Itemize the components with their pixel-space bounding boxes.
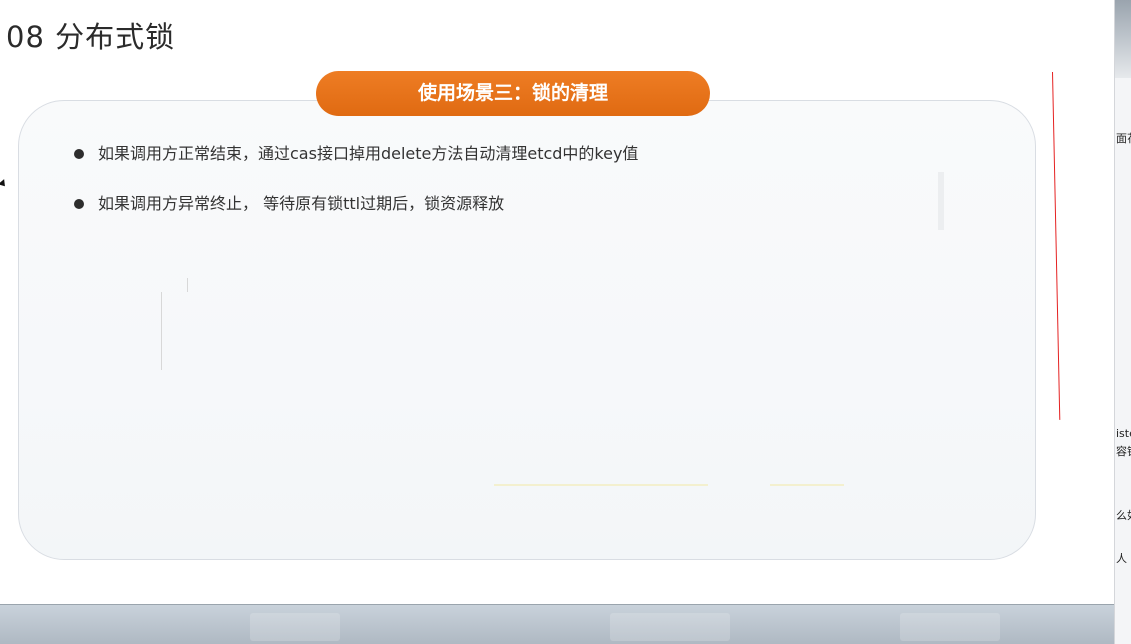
- artifact-line: [770, 484, 844, 486]
- artifact-line: [938, 172, 944, 230]
- side-panel: 面花 iste 容错 么如 人: [1114, 0, 1131, 644]
- bullet-text: 如果调用方正常结束，通过cas接口掉用delete方法自动清理etcd中的key…: [98, 144, 639, 163]
- bullet-item-abnormal-end: 如果调用方异常终止， 等待原有锁ttl过期后，锁资源释放: [74, 192, 638, 216]
- mouse-pointer-icon: [0, 179, 8, 189]
- side-text-fragment: 人: [1116, 552, 1127, 565]
- bullet-dot-icon: [74, 149, 84, 159]
- artifact-line: [187, 278, 188, 292]
- side-thumbnail: [1115, 0, 1131, 78]
- artifact-line: [494, 484, 708, 486]
- section-label-pill: 使用场景三：锁的清理: [316, 71, 710, 116]
- bullet-dot-icon: [74, 199, 84, 209]
- bullet-text: 如果调用方异常终止， 等待原有锁ttl过期后，锁资源释放: [98, 194, 505, 213]
- side-text-fragment: 么如: [1116, 509, 1131, 522]
- artifact-line: [161, 292, 162, 370]
- taskbar-shade: [900, 613, 1000, 641]
- bullet-list: 如果调用方正常结束，通过cas接口掉用delete方法自动清理etcd中的key…: [74, 142, 638, 242]
- red-annotation-line: [1052, 71, 1061, 420]
- taskbar: [0, 604, 1114, 644]
- side-text-fragment: iste: [1116, 427, 1131, 440]
- screen: 08 分布式锁 使用场景三：锁的清理 如果调用方正常结束，通过cas接口掉用de…: [0, 0, 1131, 644]
- taskbar-shade: [250, 613, 340, 641]
- side-text-fragment: 容错: [1116, 445, 1131, 458]
- slide-canvas: 08 分布式锁 使用场景三：锁的清理 如果调用方正常结束，通过cas接口掉用de…: [0, 0, 1114, 604]
- slide-title: 08 分布式锁: [6, 20, 176, 54]
- taskbar-shade: [610, 613, 730, 641]
- side-text-fragment: 面花: [1116, 132, 1131, 145]
- bullet-item-normal-end: 如果调用方正常结束，通过cas接口掉用delete方法自动清理etcd中的key…: [74, 142, 638, 166]
